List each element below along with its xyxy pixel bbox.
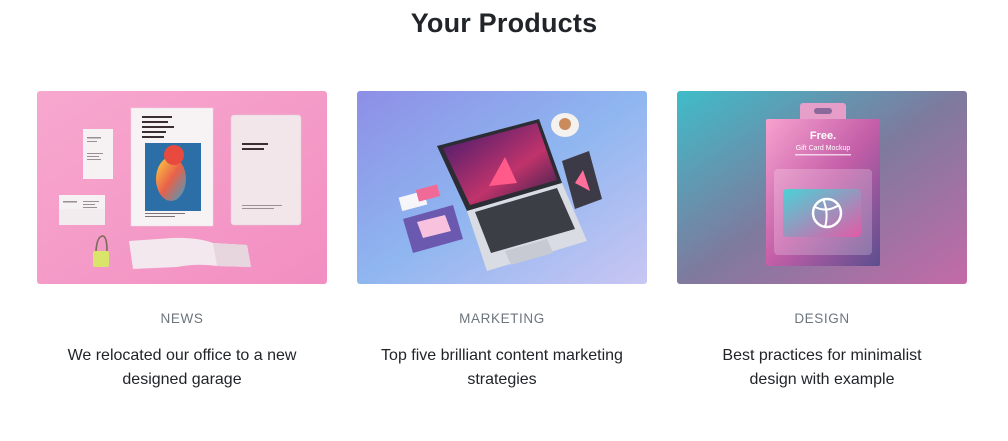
design-thumbnail-link[interactable]: Free. Gift Card Mockup — [677, 91, 967, 284]
card-headline[interactable]: Top five brilliant content marketing str… — [372, 344, 632, 392]
laptop-mockup-image — [357, 91, 647, 284]
card-category[interactable]: NEWS — [37, 311, 327, 326]
news-thumbnail-link[interactable] — [37, 91, 327, 284]
marketing-thumbnail-link[interactable] — [357, 91, 647, 284]
product-card-news: NEWS We relocated our office to a new de… — [37, 91, 327, 392]
product-card-design: Free. Gift Card Mockup DESIGN Best pract… — [677, 91, 967, 392]
page-title: Your Products — [410, 8, 598, 38]
gift-card-title: Free. — [810, 130, 836, 142]
card-category[interactable]: MARKETING — [357, 311, 647, 326]
product-card-marketing: MARKETING Top five brilliant content mar… — [357, 91, 647, 392]
gift-card-mockup-image: Free. Gift Card Mockup — [677, 91, 967, 284]
gift-card-subtitle: Gift Card Mockup — [796, 145, 851, 152]
card-category[interactable]: DESIGN — [677, 311, 967, 326]
card-headline[interactable]: We relocated our office to a new designe… — [62, 344, 302, 392]
card-headline[interactable]: Best practices for minimalist design wit… — [717, 344, 927, 392]
stationery-mockup-image — [37, 91, 327, 284]
